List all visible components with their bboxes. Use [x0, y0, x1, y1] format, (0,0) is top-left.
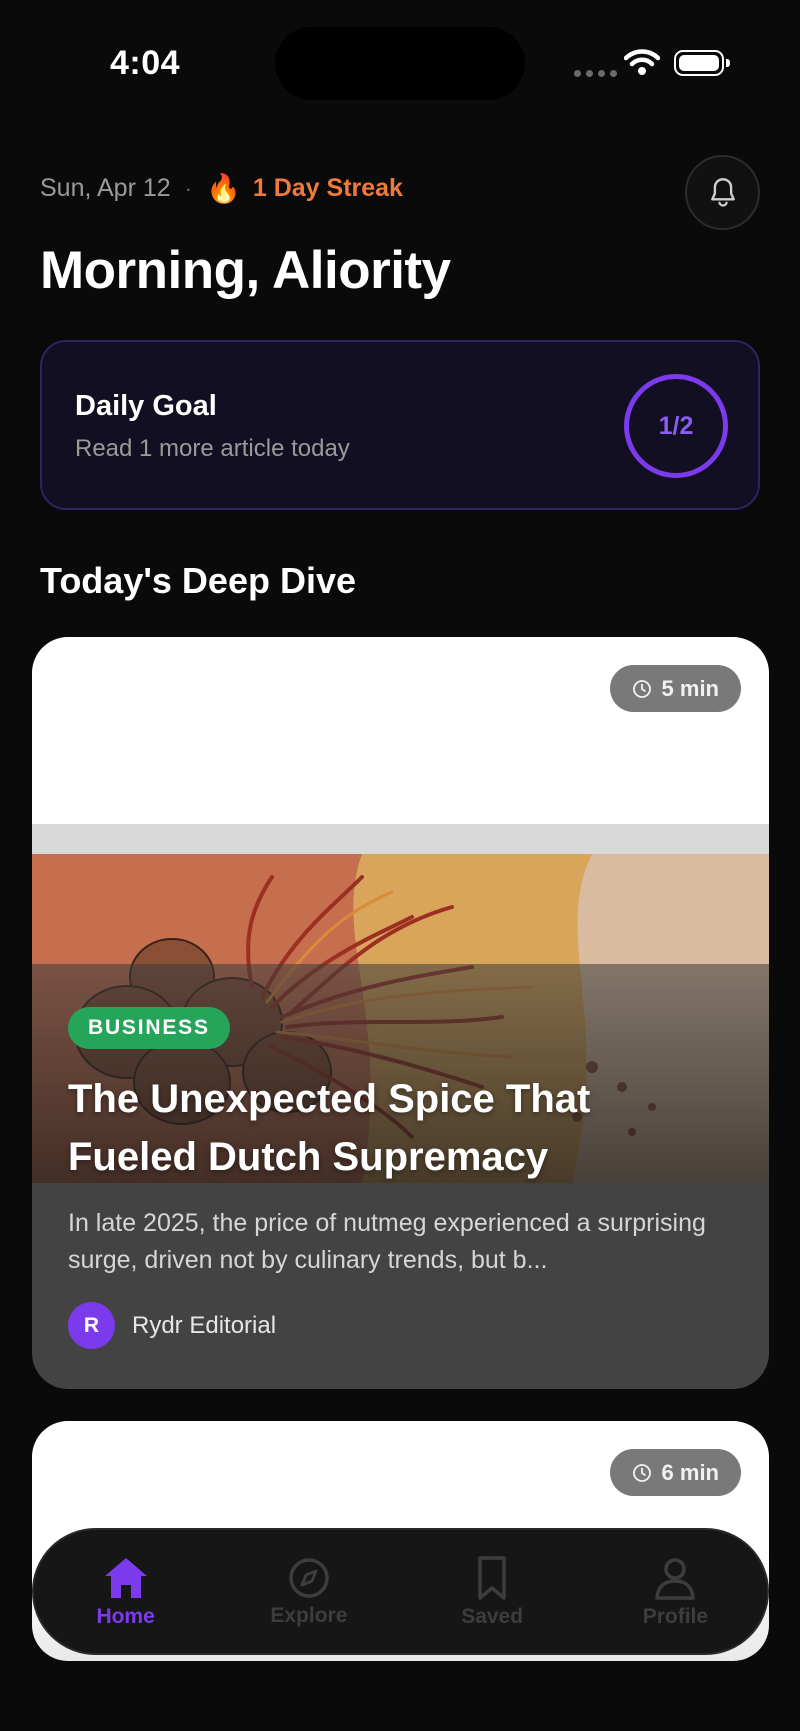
- tab-profile-label: Profile: [642, 1604, 709, 1628]
- article-excerpt: In late 2025, the price of nutmeg experi…: [68, 1209, 706, 1274]
- daily-goal-subtitle: Read 1 more article today: [75, 435, 350, 462]
- cellular-signal-icon: [574, 70, 617, 77]
- category-tag: BUSINESS: [68, 1007, 230, 1049]
- battery-icon: [674, 50, 730, 76]
- profile-icon: [655, 1557, 696, 1600]
- date-label: Sun, Apr 12: [40, 174, 171, 202]
- read-time-badge: 5 min: [609, 665, 741, 712]
- daily-goal-title: Daily Goal: [75, 390, 217, 422]
- tab-explore-label: Explore: [270, 1603, 348, 1627]
- separator-dot: ·: [184, 175, 192, 201]
- streak-label: 1 Day Streak: [252, 174, 403, 202]
- tab-bar: Home Explore Saved Profile: [32, 1528, 769, 1655]
- read-time-label: 6 min: [661, 1459, 719, 1485]
- author-avatar: R: [68, 1302, 115, 1349]
- status-bar: 4:04: [0, 0, 800, 130]
- clock-icon: [632, 1463, 651, 1482]
- greeting-title: Morning, Aliority: [40, 241, 451, 300]
- clock-icon: [632, 679, 651, 698]
- read-time-badge: 6 min: [609, 1449, 741, 1496]
- tab-explore[interactable]: Explore: [217, 1530, 400, 1653]
- daily-goal-card[interactable]: Daily Goal Read 1 more article today 1/2: [40, 340, 760, 510]
- tab-profile[interactable]: Profile: [584, 1530, 767, 1653]
- tab-saved-label: Saved: [461, 1604, 524, 1628]
- section-title: Today's Deep Dive: [40, 560, 357, 601]
- tab-home-label: Home: [96, 1604, 155, 1628]
- compass-icon: [289, 1557, 329, 1598]
- status-time: 4:04: [110, 44, 181, 82]
- notifications-button[interactable]: [685, 155, 760, 230]
- tab-saved[interactable]: Saved: [401, 1530, 584, 1653]
- daily-goal-progress-ring: 1/2: [624, 374, 728, 478]
- wifi-icon: [624, 49, 660, 75]
- home-icon: [104, 1557, 147, 1598]
- read-time-label: 5 min: [661, 675, 719, 701]
- header-meta: Sun, Apr 12 · 🔥 1 Day Streak: [40, 172, 403, 205]
- author-name: Rydr Editorial: [132, 1312, 277, 1339]
- dynamic-island: [275, 27, 525, 100]
- article-card[interactable]: 5 min BUSINESS The Unexpected Spice That…: [32, 637, 769, 1389]
- flame-icon: 🔥: [205, 173, 241, 204]
- bookmark-icon: [478, 1555, 506, 1600]
- article-title: The Unexpected Spice That Fueled Dutch S…: [68, 1077, 591, 1179]
- tab-home[interactable]: Home: [34, 1530, 217, 1653]
- bell-icon: [710, 177, 735, 207]
